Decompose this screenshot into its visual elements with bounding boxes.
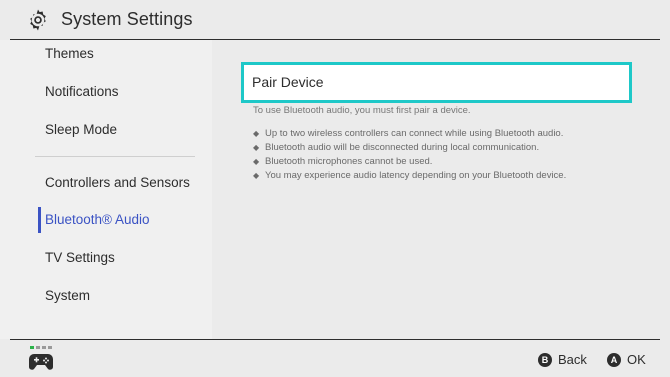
list-item-text: Up to two wireless controllers can conne… bbox=[265, 128, 564, 139]
diamond-bullet-icon: ◆ bbox=[253, 171, 260, 180]
pair-description: To use Bluetooth audio, you must first p… bbox=[253, 105, 471, 116]
header: System Settings bbox=[0, 0, 670, 40]
ok-button[interactable]: A OK bbox=[607, 352, 646, 367]
diamond-bullet-icon: ◆ bbox=[253, 143, 260, 152]
sidebar-separator bbox=[35, 156, 195, 157]
gear-icon bbox=[30, 9, 46, 31]
footer: B Back A OK bbox=[0, 340, 670, 377]
sidebar-item-bluetooth-audio[interactable]: Bluetooth® Audio bbox=[45, 210, 150, 230]
controller-icon bbox=[29, 346, 53, 370]
b-button-icon: B bbox=[538, 352, 552, 367]
a-button-icon: A bbox=[607, 352, 621, 367]
active-item-indicator bbox=[38, 207, 41, 233]
list-item: ◆ Bluetooth microphones cannot be used. bbox=[253, 155, 566, 169]
list-item: ◆ Bluetooth audio will be disconnected du… bbox=[253, 141, 566, 155]
sidebar-item-sleep-mode[interactable]: Sleep Mode bbox=[45, 120, 117, 140]
list-item: ◆ You may experience audio latency depend… bbox=[253, 169, 566, 183]
list-item-text: You may experience audio latency dependi… bbox=[265, 170, 567, 181]
pair-device-button[interactable]: Pair Device bbox=[241, 62, 632, 103]
info-list: ◆ Up to two wireless controllers can conn… bbox=[253, 127, 566, 183]
list-item-text: Bluetooth audio will be disconnected dur… bbox=[265, 142, 540, 153]
list-item-text: Bluetooth microphones cannot be used. bbox=[265, 156, 433, 167]
back-button[interactable]: B Back bbox=[538, 352, 587, 367]
back-label: Back bbox=[558, 352, 587, 367]
ok-label: OK bbox=[627, 352, 646, 367]
sidebar-item-system[interactable]: System bbox=[45, 286, 90, 306]
diamond-bullet-icon: ◆ bbox=[253, 129, 260, 138]
sidebar-item-themes[interactable]: Themes bbox=[45, 44, 94, 64]
list-item: ◆ Up to two wireless controllers can conn… bbox=[253, 127, 566, 141]
page-title: System Settings bbox=[61, 9, 193, 29]
sidebar-item-notifications[interactable]: Notifications bbox=[45, 82, 119, 102]
sidebar-item-controllers-and-sensors[interactable]: Controllers and Sensors bbox=[45, 173, 190, 193]
diamond-bullet-icon: ◆ bbox=[253, 157, 260, 166]
sidebar-item-tv-settings[interactable]: TV Settings bbox=[45, 248, 115, 268]
